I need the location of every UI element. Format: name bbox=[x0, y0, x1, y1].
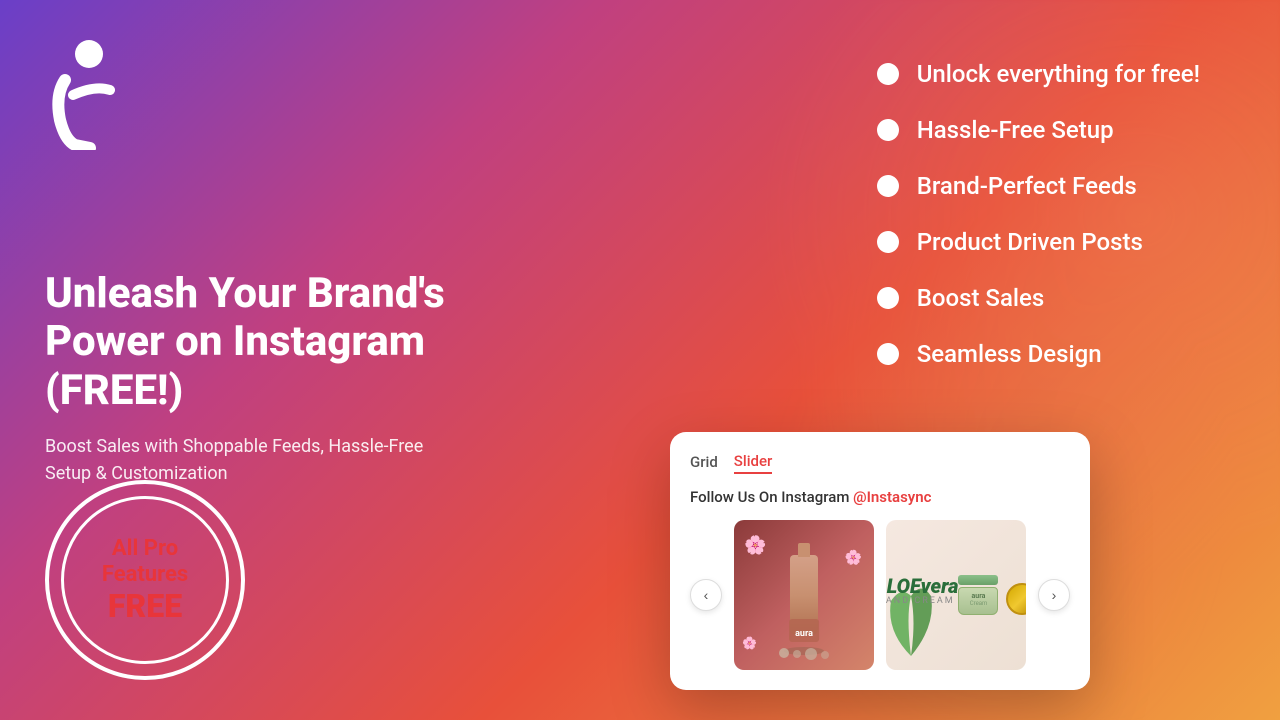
stones-decoration bbox=[779, 648, 829, 660]
widget-images-row: ‹ 🌸 🌸 🌸 bbox=[690, 520, 1070, 670]
widget-header: Follow Us On Instagram @Instasync bbox=[690, 488, 1070, 506]
feature-label-1: Unlock everything for free! bbox=[917, 60, 1200, 88]
widget-tabs: Grid Slider bbox=[690, 452, 1070, 474]
nav-prev-button[interactable]: ‹ bbox=[690, 579, 722, 611]
feature-item-5: Boost Sales bbox=[877, 284, 1200, 312]
badge-container: All ProFeatures FREE bbox=[45, 480, 245, 680]
nav-next-button[interactable]: › bbox=[1038, 579, 1070, 611]
product-img-bg-2: ALOEvera HAND CREAM aura Cream bbox=[886, 520, 1026, 670]
badge-outer: All ProFeatures FREE bbox=[45, 480, 245, 680]
gold-coin bbox=[1006, 583, 1026, 615]
feature-dot-2 bbox=[877, 119, 899, 141]
feature-label-2: Hassle-Free Setup bbox=[917, 116, 1114, 144]
widget-header-text: Follow Us On Instagram bbox=[690, 488, 849, 506]
feature-label-4: Product Driven Posts bbox=[917, 228, 1143, 256]
aloe-brand-text: ALOEvera HAND CREAM bbox=[886, 576, 958, 606]
flower-icon-3: 🌸 bbox=[742, 636, 757, 650]
feature-label-6: Seamless Design bbox=[917, 340, 1102, 368]
main-heading: Unleash Your Brand's Power on Instagram … bbox=[45, 270, 565, 415]
jar-body: aura Cream bbox=[958, 587, 998, 615]
page-background: Unleash Your Brand's Power on Instagram … bbox=[0, 0, 1280, 720]
widget-handle[interactable]: @Instasync bbox=[853, 488, 931, 506]
cream-jar-stack: aura Cream bbox=[958, 575, 998, 615]
feature-item-4: Product Driven Posts bbox=[877, 228, 1200, 256]
badge-inner: All ProFeatures FREE bbox=[61, 496, 229, 664]
tab-grid[interactable]: Grid bbox=[690, 453, 718, 473]
products-display: aura Cream bbox=[958, 575, 1026, 615]
jar-lid bbox=[958, 575, 998, 585]
product-image-2: ALOEvera HAND CREAM aura Cream bbox=[886, 520, 1026, 670]
tab-slider[interactable]: Slider bbox=[734, 452, 773, 474]
flower-icon-1: 🌸 bbox=[744, 535, 766, 556]
features-section: Unlock everything for free! Hassle-Free … bbox=[877, 60, 1200, 368]
feature-dot-5 bbox=[877, 287, 899, 309]
feature-label-3: Brand-Perfect Feeds bbox=[917, 172, 1137, 200]
widget-card: Grid Slider Follow Us On Instagram @Inst… bbox=[670, 432, 1090, 690]
product-image-1: 🌸 🌸 🌸 aura bbox=[734, 520, 874, 670]
logo bbox=[45, 40, 115, 150]
feature-item-1: Unlock everything for free! bbox=[877, 60, 1200, 88]
feature-item-2: Hassle-Free Setup bbox=[877, 116, 1200, 144]
badge-free: FREE bbox=[108, 589, 182, 624]
sub-heading: Boost Sales with Shoppable Feeds, Hassle… bbox=[45, 433, 445, 487]
feature-item-6: Seamless Design bbox=[877, 340, 1200, 368]
chevron-left-icon: ‹ bbox=[704, 587, 709, 603]
feature-dot-1 bbox=[877, 63, 899, 85]
feature-item-3: Brand-Perfect Feeds bbox=[877, 172, 1200, 200]
chevron-right-icon: › bbox=[1052, 587, 1057, 603]
product-img-bg-1: 🌸 🌸 🌸 aura bbox=[734, 520, 874, 670]
feature-dot-3 bbox=[877, 175, 899, 197]
flower-icon-2: 🌸 bbox=[845, 550, 862, 566]
feature-dot-4 bbox=[877, 231, 899, 253]
badge-line1: All ProFeatures bbox=[102, 536, 188, 589]
brand-label: aura bbox=[789, 619, 819, 642]
feature-dot-6 bbox=[877, 343, 899, 365]
feature-label-5: Boost Sales bbox=[917, 284, 1045, 312]
